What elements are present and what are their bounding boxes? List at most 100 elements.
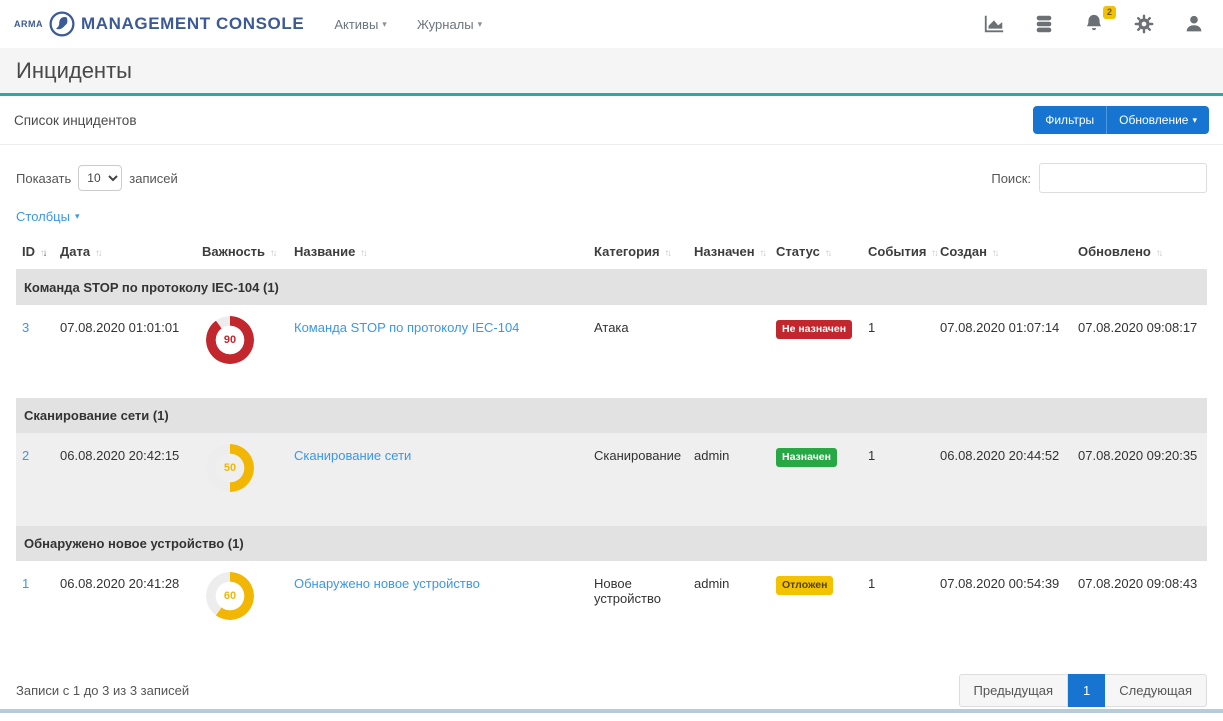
column-header-id[interactable]: ID ↑↓ (16, 234, 54, 270)
cell-assignee (688, 305, 770, 398)
top-navbar: ARMA MANAGEMENT CONSOLE Активы ▾ Журналы… (0, 0, 1223, 48)
cell-status: Отложен (770, 561, 862, 654)
search-label: Поиск: (991, 171, 1031, 186)
sort-icon: ↑↓ (95, 248, 101, 259)
incident-row: 106.08.2020 20:41:2860Обнаружено новое у… (16, 561, 1207, 654)
chart-icon[interactable] (983, 13, 1005, 35)
pagination-next-button[interactable]: Следующая (1105, 674, 1207, 707)
panel-actions: Фильтры Обновление ▾ (1033, 106, 1209, 134)
search-input[interactable] (1039, 163, 1207, 193)
menu-assets-label: Активы (334, 17, 378, 32)
cell-severity: 90 (196, 305, 288, 398)
menu-journals-label: Журналы (417, 17, 474, 32)
column-header-label: Обновлено (1078, 244, 1151, 259)
table-header-row: ID↑↓Дата↑↓Важность↑↓Название↑↓Категория↑… (16, 234, 1207, 270)
menu-journals[interactable]: Журналы ▾ (417, 17, 482, 32)
cell-updated: 07.08.2020 09:08:43 (1072, 561, 1207, 654)
sort-icon: ↑↓ (360, 248, 366, 259)
column-header-events[interactable]: События ↑↓ (862, 234, 934, 270)
cell-name: Сканирование сети (288, 433, 588, 526)
severity-donut: 60 (206, 572, 254, 620)
gear-icon[interactable] (1133, 13, 1155, 35)
column-header-severity[interactable]: Важность↑↓ (196, 234, 288, 270)
arma-helmet-icon (48, 10, 76, 38)
severity-donut: 90 (206, 316, 254, 364)
cell-severity: 60 (196, 561, 288, 654)
user-profile-icon[interactable] (1183, 13, 1205, 35)
cell-date: 06.08.2020 20:42:15 (54, 433, 196, 526)
chevron-down-icon: ▾ (382, 19, 387, 30)
bottom-edge-strip (0, 709, 1223, 713)
incident-name-link[interactable]: Сканирование сети (294, 448, 411, 463)
cell-created: 06.08.2020 20:44:52 (934, 433, 1072, 526)
filters-button[interactable]: Фильтры (1033, 106, 1106, 134)
severity-donut: 50 (206, 444, 254, 492)
column-header-created[interactable]: Создан↑↓ (934, 234, 1072, 270)
columns-dropdown-label: Столбцы (16, 209, 70, 224)
show-label: Показать (16, 171, 71, 186)
column-header-label: Название (294, 244, 355, 259)
cell-created: 07.08.2020 00:54:39 (934, 561, 1072, 654)
column-header-assignee[interactable]: Назначен ↑↓ (688, 234, 770, 270)
column-header-label: Статус (776, 244, 820, 259)
column-header-label: Назначен (694, 244, 755, 259)
chevron-down-icon: ▾ (1192, 115, 1197, 126)
sort-icon: ↑↓ (40, 248, 46, 259)
notification-count-badge: 2 (1103, 6, 1116, 19)
column-header-label: Дата (60, 244, 90, 259)
incident-name-link[interactable]: Обнаружено новое устройство (294, 576, 480, 591)
column-header-label: ID (22, 244, 35, 259)
refresh-button-label: Обновление (1119, 113, 1188, 127)
sort-icon: ↑↓ (760, 248, 766, 259)
records-label: записей (129, 171, 177, 186)
cell-status: Не назначен (770, 305, 862, 398)
column-header-category[interactable]: Категория↑↓ (588, 234, 688, 270)
navbar-icons: 2 (983, 13, 1205, 35)
page-title: Инциденты (16, 58, 132, 84)
group-header-row: Сканирование сети (1) (16, 398, 1207, 433)
status-badge: Не назначен (776, 320, 852, 339)
filters-button-label: Фильтры (1045, 113, 1094, 127)
pagination-previous-button[interactable]: Предыдущая (959, 674, 1069, 707)
page-length-select[interactable]: 10 (78, 165, 122, 191)
cell-id: 1 (16, 561, 54, 654)
incident-id-link[interactable]: 1 (22, 576, 29, 591)
panel-header: Список инцидентов Фильтры Обновление ▾ (0, 96, 1223, 145)
column-header-date[interactable]: Дата ↑↓ (54, 234, 196, 270)
refresh-dropdown-button[interactable]: Обновление ▾ (1106, 106, 1209, 134)
page-header: Инциденты (0, 48, 1223, 96)
cell-category: Сканирование (588, 433, 688, 526)
notifications-bell-icon[interactable]: 2 (1083, 13, 1105, 35)
columns-dropdown[interactable]: Столбцы ▾ (0, 197, 96, 230)
column-header-label: События (868, 244, 926, 259)
sort-icon: ↑↓ (931, 248, 937, 259)
cell-name: Команда STOP по протоколу IEC-104 (288, 305, 588, 398)
severity-value: 60 (206, 572, 254, 620)
pagination-page-1-button[interactable]: 1 (1068, 674, 1105, 707)
cell-events: 1 (862, 305, 934, 398)
cell-assignee: admin (688, 433, 770, 526)
brand-logo[interactable]: ARMA MANAGEMENT CONSOLE (14, 10, 304, 38)
column-header-status[interactable]: Статус↑↓ (770, 234, 862, 270)
column-header-updated[interactable]: Обновлено ↑↓ (1072, 234, 1207, 270)
sort-icon: ↑↓ (1156, 248, 1162, 259)
panel-title: Список инцидентов (14, 113, 137, 128)
page-length-control: Показать 10 записей (16, 165, 178, 191)
pagination: Предыдущая 1 Следующая (959, 674, 1207, 707)
incident-id-link[interactable]: 2 (22, 448, 29, 463)
group-header-row: Обнаружено новое устройство (1) (16, 526, 1207, 561)
incident-name-link[interactable]: Команда STOP по протоколу IEC-104 (294, 320, 519, 335)
cell-created: 07.08.2020 01:07:14 (934, 305, 1072, 398)
database-icon[interactable] (1033, 13, 1055, 35)
group-header-row: Команда STOP по протоколу IEC-104 (1) (16, 270, 1207, 306)
column-header-name[interactable]: Название ↑↓ (288, 234, 588, 270)
incident-id-link[interactable]: 3 (22, 320, 29, 335)
sort-icon: ↑↓ (992, 248, 998, 259)
sort-icon: ↑↓ (665, 248, 671, 259)
group-header-label: Команда STOP по протоколу IEC-104 (1) (16, 270, 1207, 306)
cell-id: 3 (16, 305, 54, 398)
menu-assets[interactable]: Активы ▾ (334, 17, 387, 32)
cell-events: 1 (862, 433, 934, 526)
cell-updated: 07.08.2020 09:20:35 (1072, 433, 1207, 526)
column-header-label: Важность (202, 244, 265, 259)
